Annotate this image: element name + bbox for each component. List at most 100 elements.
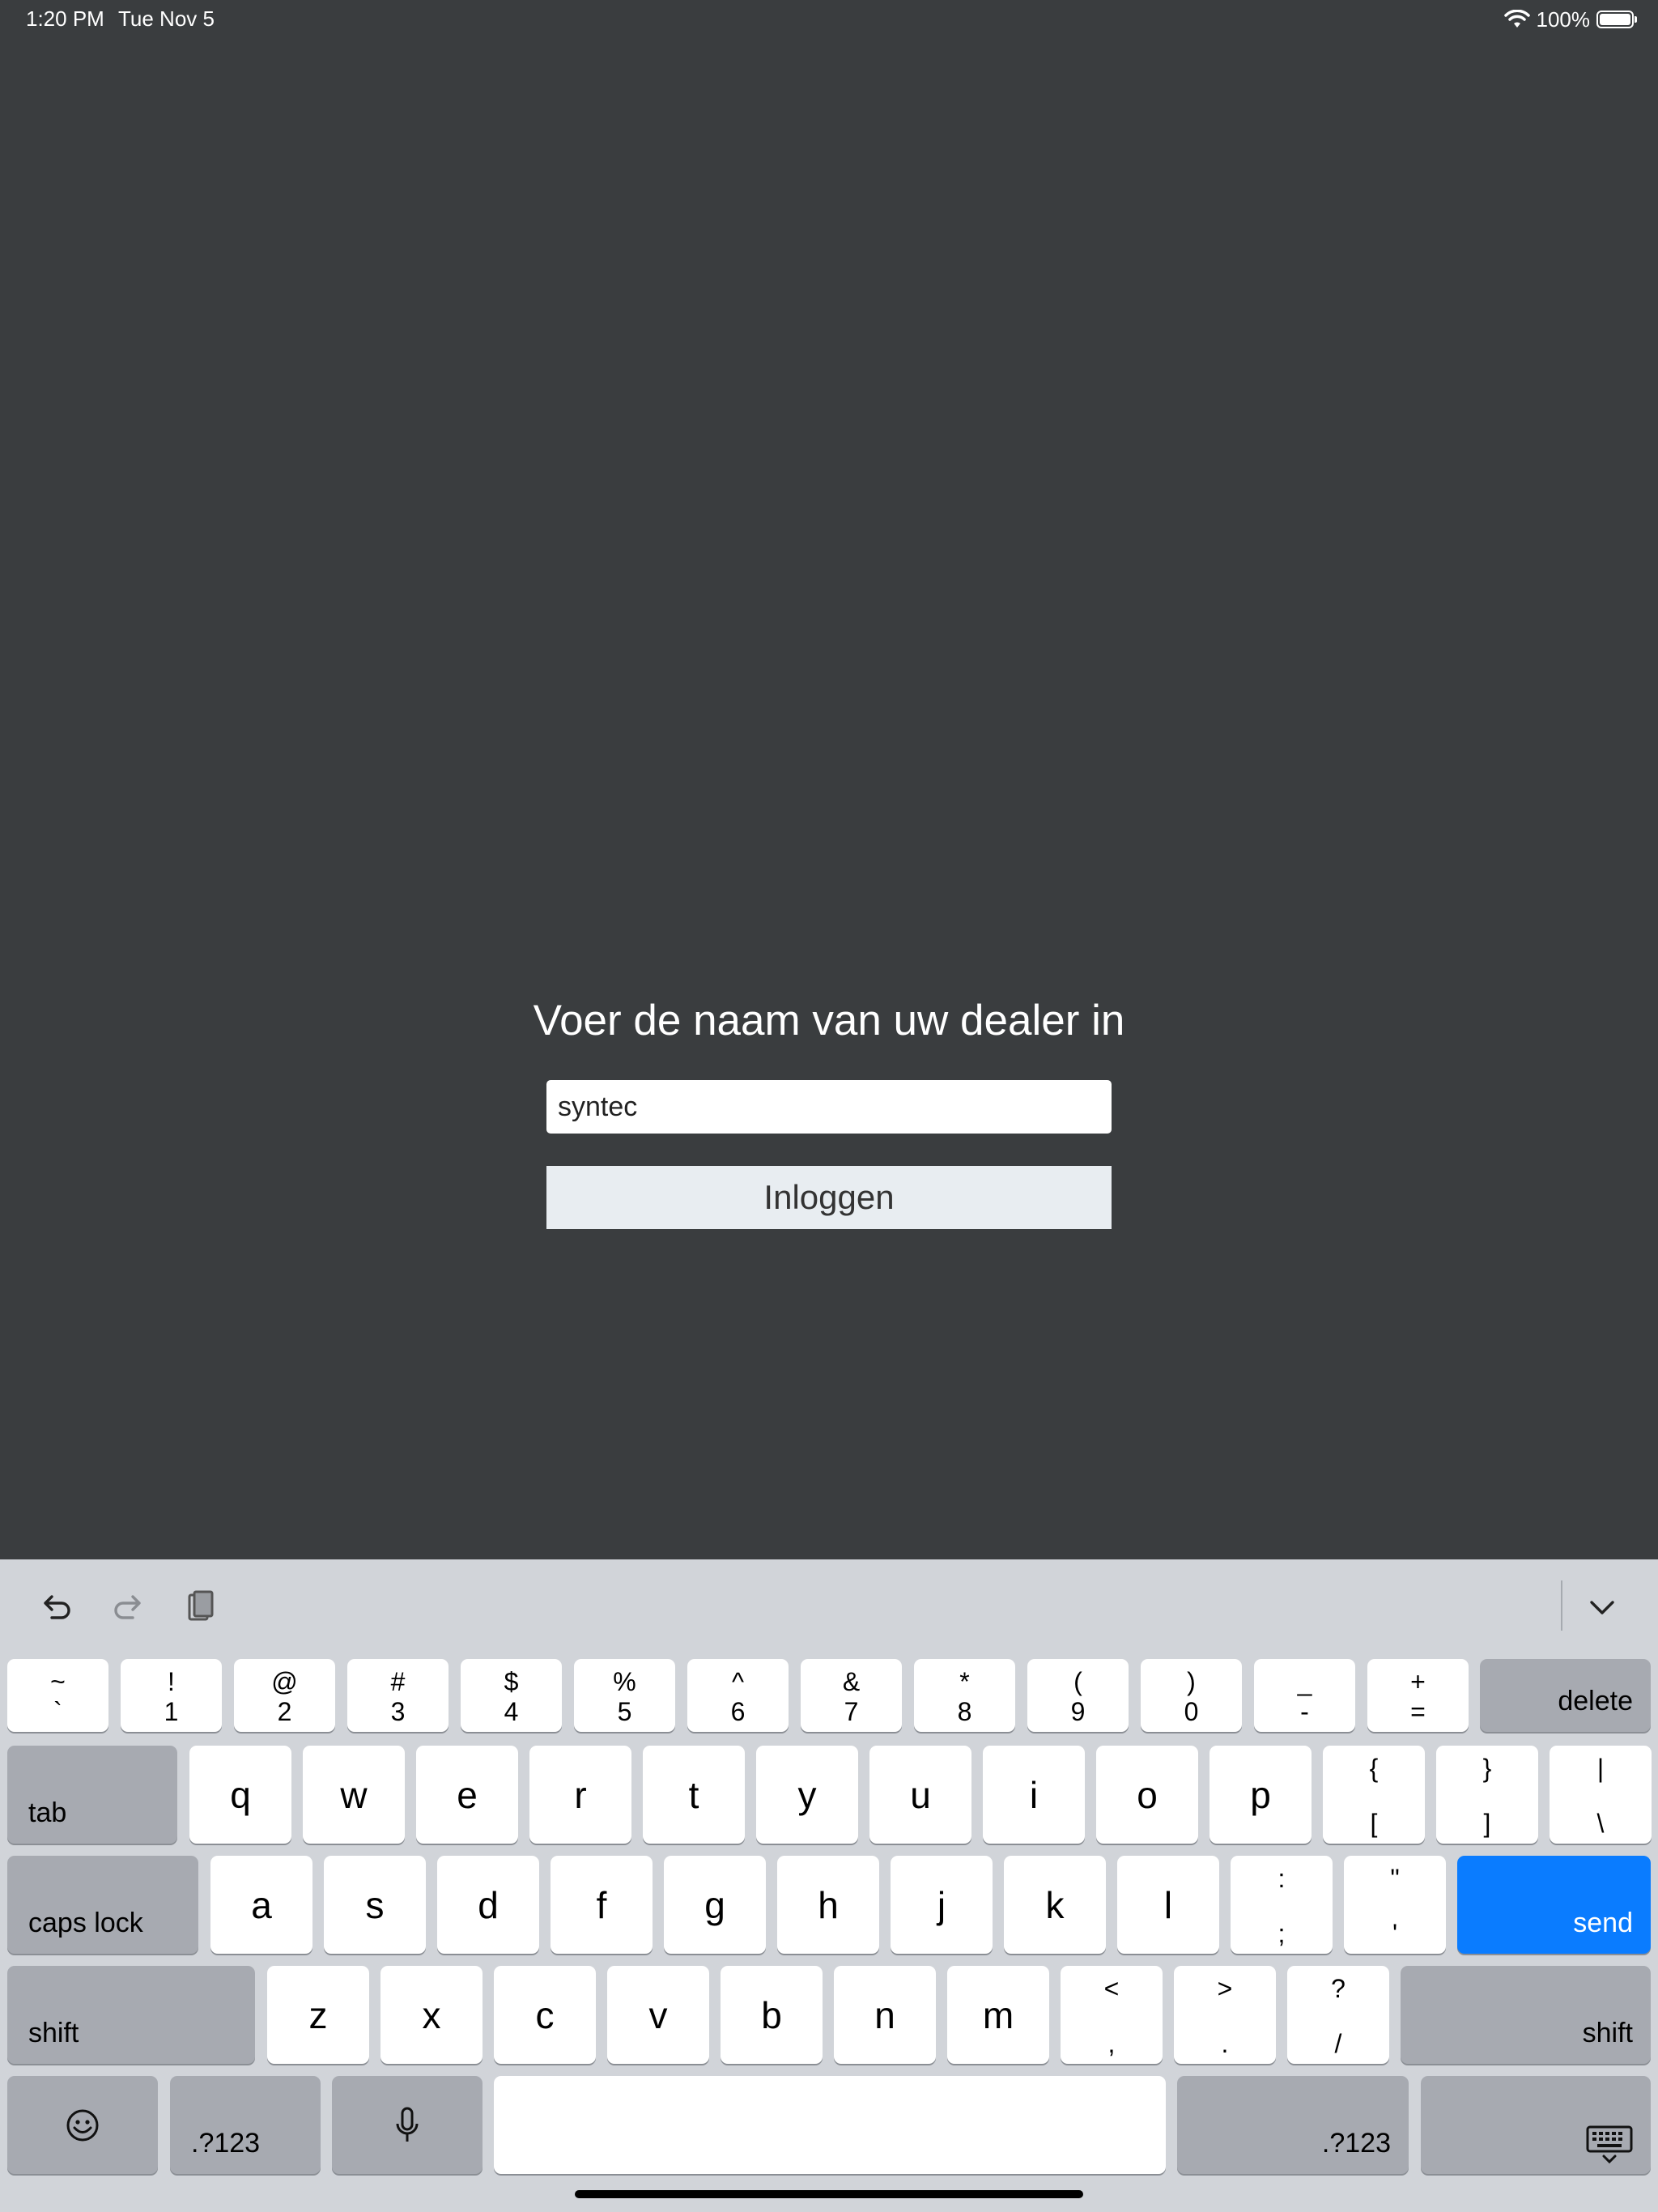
shift-left-key-label: shift [28, 2018, 79, 2048]
dismiss-keyboard-chevron-icon[interactable] [1582, 1587, 1622, 1627]
hide-keyboard-key[interactable] [1421, 2076, 1651, 2174]
key-row4-symbol-1[interactable]: >. [1174, 1966, 1276, 2064]
key-x[interactable]: x [380, 1966, 483, 2064]
key-k[interactable]: k [1004, 1856, 1106, 1954]
key-row1-6[interactable]: ^ 6 [687, 1659, 789, 1732]
key-i[interactable]: i [983, 1746, 1085, 1844]
key-row1-9-shift-char: ( [1073, 1667, 1082, 1696]
key-v[interactable]: v [607, 1966, 709, 2064]
key-row1-3-char: 3 [390, 1697, 406, 1726]
key-a[interactable]: a [210, 1856, 312, 1954]
key-row3-symbol-1-char: ' [1392, 1919, 1398, 1948]
key-h-label: h [818, 1883, 839, 1926]
numbers-left-key[interactable]: .?123 [170, 2076, 321, 2174]
key-row1-10[interactable]: ) 0 [1141, 1659, 1242, 1732]
paste-icon[interactable] [180, 1587, 220, 1627]
key-row1-5[interactable]: % 5 [574, 1659, 675, 1732]
dealer-name-input[interactable]: syntec [546, 1080, 1112, 1134]
page-title: Voer de naam van uw dealer in [533, 997, 1125, 1044]
key-o-label: o [1137, 1773, 1158, 1816]
key-v-label: v [648, 1993, 668, 2036]
key-t[interactable]: t [643, 1746, 745, 1844]
emoji-key[interactable] [7, 2076, 158, 2174]
key-row1-0-char: ` [53, 1697, 62, 1726]
key-row1-8[interactable]: * 8 [914, 1659, 1015, 1732]
key-row1-0[interactable]: ~ ` [7, 1659, 108, 1732]
key-q[interactable]: q [189, 1746, 291, 1844]
key-g[interactable]: g [664, 1856, 766, 1954]
login-button[interactable]: Inloggen [546, 1166, 1112, 1229]
key-row3-symbol-0-char: ; [1278, 1919, 1286, 1948]
key-row1-9[interactable]: (9 [1027, 1659, 1129, 1732]
key-row2-symbol-2-shift-char: | [1596, 1754, 1605, 1783]
redo-icon[interactable] [108, 1587, 149, 1627]
key-row1-7[interactable]: & 7 [801, 1659, 902, 1732]
caps-lock-key[interactable]: caps lock [7, 1856, 198, 1954]
undo-icon[interactable] [36, 1587, 76, 1627]
tab-key[interactable]: tab [7, 1746, 177, 1844]
key-row3-symbol-0[interactable]: :; [1231, 1856, 1333, 1954]
key-b[interactable]: b [721, 1966, 823, 2064]
keyboard-icon [1586, 2125, 1633, 2164]
key-x-label: x [422, 1993, 441, 2036]
key-row4-symbol-2-char: / [1334, 2029, 1342, 2058]
shift-right-key[interactable]: shift [1401, 1966, 1651, 2064]
key-k-label: k [1045, 1883, 1065, 1926]
send-key[interactable]: send [1457, 1856, 1651, 1954]
key-p[interactable]: p [1209, 1746, 1312, 1844]
key-c[interactable]: c [494, 1966, 596, 2064]
key-m[interactable]: m [947, 1966, 1049, 2064]
key-row4-symbol-2[interactable]: ? / [1287, 1966, 1389, 2064]
key-row1-11-shift-char: _ [1297, 1667, 1312, 1696]
key-r-label: r [574, 1773, 587, 1816]
key-row2-symbol-2[interactable]: | \ [1550, 1746, 1652, 1844]
key-row1-9-char: 9 [1070, 1697, 1086, 1726]
key-y[interactable]: y [756, 1746, 858, 1844]
key-f-label: f [596, 1883, 607, 1926]
key-row1-12-char: = [1410, 1697, 1426, 1726]
key-o[interactable]: o [1096, 1746, 1198, 1844]
key-w[interactable]: w [303, 1746, 405, 1844]
key-row1-11[interactable]: _ - [1254, 1659, 1355, 1732]
caps-lock-key-label: caps lock [28, 1908, 143, 1938]
key-row2-symbol-0[interactable]: {[ [1323, 1746, 1425, 1844]
key-l-label: l [1163, 1883, 1173, 1926]
key-b-label: b [761, 1993, 782, 2036]
key-row1-3[interactable]: #3 [347, 1659, 449, 1732]
key-row1-8-shift-char: * [959, 1667, 970, 1696]
key-d[interactable]: d [437, 1856, 539, 1954]
key-row3-symbol-1[interactable]: " ' [1344, 1856, 1446, 1954]
key-r[interactable]: r [529, 1746, 631, 1844]
key-row4-symbol-0[interactable]: <, [1061, 1966, 1163, 2064]
key-s[interactable]: s [324, 1856, 426, 1954]
key-row1-4-shift-char: $ [504, 1667, 519, 1696]
microphone-key[interactable] [332, 2076, 483, 2174]
key-row1-5-char: 5 [617, 1697, 632, 1726]
delete-key[interactable]: delete [1480, 1659, 1651, 1732]
space-key[interactable] [494, 2076, 1166, 2174]
key-row4-symbol-0-shift-char: < [1103, 1974, 1120, 2003]
key-row1-4[interactable]: $4 [461, 1659, 562, 1732]
key-l[interactable]: l [1117, 1856, 1219, 1954]
key-i-label: i [1029, 1773, 1039, 1816]
key-row1-1[interactable]: ! 1 [121, 1659, 222, 1732]
on-screen-keyboard: ~ `! 1 @2 #3 $4% 5 ^ 6 & 7 * 8(9) 0 _ - + = delete tab qw… [0, 1559, 1658, 2212]
key-row1-12-shift-char: + [1410, 1667, 1426, 1696]
key-u[interactable]: u [869, 1746, 971, 1844]
home-indicator[interactable] [575, 2190, 1083, 2198]
key-row1-12[interactable]: + = [1367, 1659, 1469, 1732]
key-j[interactable]: j [891, 1856, 993, 1954]
key-e[interactable]: e [416, 1746, 518, 1844]
key-n[interactable]: n [834, 1966, 936, 2064]
key-row1-0-shift-char: ~ [50, 1667, 66, 1696]
key-row1-2-char: 2 [277, 1697, 292, 1726]
key-row1-8-char: 8 [957, 1697, 972, 1726]
numbers-right-key[interactable]: .?123 [1177, 2076, 1409, 2174]
shift-left-key[interactable]: shift [7, 1966, 255, 2064]
key-z[interactable]: z [267, 1966, 369, 2064]
key-row2-symbol-0-char: [ [1370, 1809, 1378, 1838]
key-row2-symbol-1[interactable]: }] [1436, 1746, 1538, 1844]
key-h[interactable]: h [777, 1856, 879, 1954]
key-row1-2[interactable]: @2 [234, 1659, 335, 1732]
key-f[interactable]: f [551, 1856, 653, 1954]
